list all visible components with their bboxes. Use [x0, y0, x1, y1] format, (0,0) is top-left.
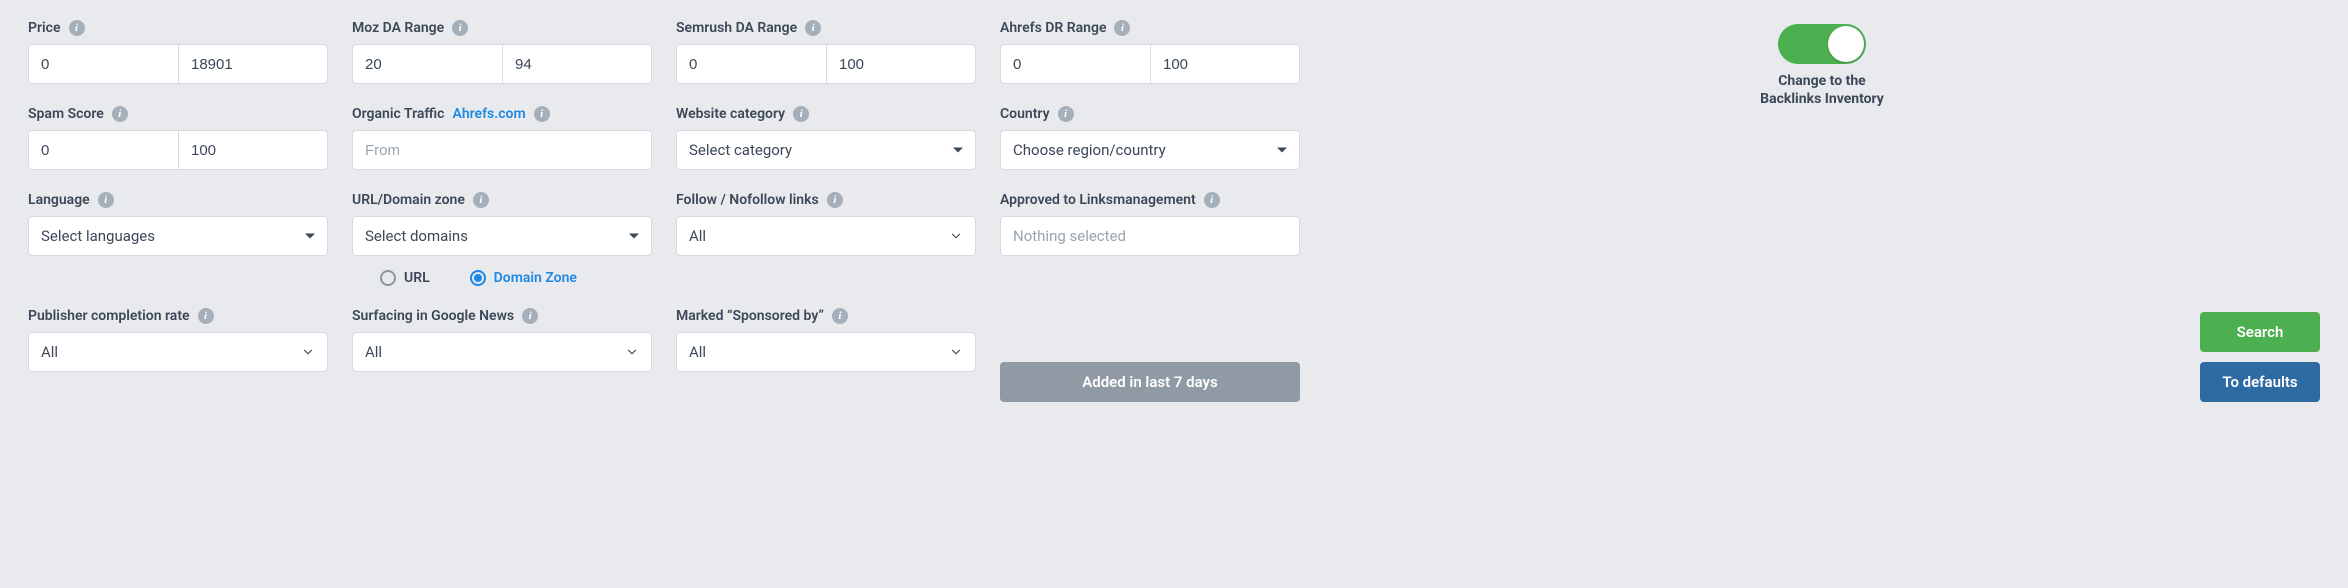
chevron-down-icon	[625, 345, 639, 359]
url-domain-zone-label: URL/Domain zone	[352, 192, 465, 208]
country-field: Country i Choose region/country	[1000, 106, 1300, 170]
language-select[interactable]: Select languages	[28, 216, 328, 256]
added-last-7-days-container: Added in last 7 days	[1000, 362, 1300, 402]
info-icon[interactable]: i	[69, 20, 85, 36]
approved-linksmanagement-label: Approved to Linksmanagement	[1000, 192, 1196, 208]
website-category-select[interactable]: Select category	[676, 130, 976, 170]
info-icon[interactable]: i	[198, 308, 214, 324]
radio-domain-zone[interactable]: Domain Zone	[470, 270, 577, 286]
to-defaults-button[interactable]: To defaults	[2200, 362, 2320, 402]
moz-da-max-input[interactable]	[502, 44, 652, 84]
search-button[interactable]: Search	[2200, 312, 2320, 352]
price-label: Price	[28, 20, 61, 36]
moz-da-min-input[interactable]	[352, 44, 502, 84]
info-icon[interactable]: i	[1114, 20, 1130, 36]
sponsored-by-label: Marked “Sponsored by”	[676, 308, 824, 324]
approved-linksmanagement-select[interactable]: Nothing selected	[1000, 216, 1300, 256]
action-buttons: Search To defaults	[1324, 308, 2320, 402]
organic-traffic-label: Organic Traffic	[352, 106, 444, 122]
url-domain-zone-field: URL/Domain zone i Select domains URL Dom…	[352, 192, 652, 286]
info-icon[interactable]: i	[793, 106, 809, 122]
semrush-da-max-input[interactable]	[826, 44, 976, 84]
price-min-input[interactable]	[28, 44, 178, 84]
spam-score-label: Spam Score	[28, 106, 104, 122]
publisher-completion-rate-label: Publisher completion rate	[28, 308, 190, 324]
price-max-input[interactable]	[178, 44, 328, 84]
url-domain-zone-select[interactable]: Select domains	[352, 216, 652, 256]
chevron-down-icon	[949, 229, 963, 243]
info-icon[interactable]: i	[473, 192, 489, 208]
google-news-select[interactable]: All	[352, 332, 652, 372]
language-field: Language i Select languages	[28, 192, 328, 256]
follow-nofollow-label: Follow / Nofollow links	[676, 192, 819, 208]
url-domain-radio-group: URL Domain Zone	[352, 264, 652, 286]
toggle-caption: Change to the Backlinks Inventory	[1760, 72, 1884, 108]
sponsored-by-field: Marked “Sponsored by” i All	[676, 308, 976, 372]
radio-icon	[470, 270, 486, 286]
approved-linksmanagement-field: Approved to Linksmanagement i Nothing se…	[1000, 192, 1300, 256]
google-news-field: Surfacing in Google News i All	[352, 308, 652, 372]
info-icon[interactable]: i	[112, 106, 128, 122]
caret-down-icon	[1277, 234, 1287, 239]
follow-nofollow-select[interactable]: All	[676, 216, 976, 256]
chevron-down-icon	[301, 345, 315, 359]
caret-down-icon	[629, 234, 639, 239]
radio-icon	[380, 270, 396, 286]
website-category-label: Website category	[676, 106, 785, 122]
info-icon[interactable]: i	[522, 308, 538, 324]
sponsored-by-select[interactable]: All	[676, 332, 976, 372]
caret-down-icon	[305, 234, 315, 239]
language-label: Language	[28, 192, 90, 208]
info-icon[interactable]: i	[1058, 106, 1074, 122]
publisher-completion-rate-field: Publisher completion rate i All	[28, 308, 328, 372]
toggle-knob	[1828, 26, 1864, 62]
ahrefs-dr-max-input[interactable]	[1150, 44, 1300, 84]
ahrefs-dr-field: Ahrefs DR Range i	[1000, 20, 1300, 84]
inventory-toggle[interactable]	[1778, 24, 1866, 64]
info-icon[interactable]: i	[534, 106, 550, 122]
ahrefs-dr-min-input[interactable]	[1000, 44, 1150, 84]
follow-nofollow-field: Follow / Nofollow links i All	[676, 192, 976, 256]
moz-da-field: Moz DA Range i	[352, 20, 652, 84]
spam-score-field: Spam Score i	[28, 106, 328, 170]
info-icon[interactable]: i	[452, 20, 468, 36]
spam-min-input[interactable]	[28, 130, 178, 170]
price-field: Price i	[28, 20, 328, 84]
added-last-7-days-button[interactable]: Added in last 7 days	[1000, 362, 1300, 402]
chevron-down-icon	[949, 345, 963, 359]
info-icon[interactable]: i	[832, 308, 848, 324]
info-icon[interactable]: i	[827, 192, 843, 208]
semrush-da-min-input[interactable]	[676, 44, 826, 84]
organic-traffic-field: Organic Traffic Ahrefs.com i	[352, 106, 652, 170]
info-icon[interactable]: i	[98, 192, 114, 208]
radio-url[interactable]: URL	[380, 270, 430, 286]
country-label: Country	[1000, 106, 1050, 122]
caret-down-icon	[1277, 148, 1287, 153]
country-select[interactable]: Choose region/country	[1000, 130, 1300, 170]
moz-da-label: Moz DA Range	[352, 20, 444, 36]
ahrefs-link[interactable]: Ahrefs.com	[452, 106, 525, 122]
info-icon[interactable]: i	[1204, 192, 1220, 208]
website-category-field: Website category i Select category	[676, 106, 976, 170]
ahrefs-dr-label: Ahrefs DR Range	[1000, 20, 1106, 36]
spam-max-input[interactable]	[178, 130, 328, 170]
google-news-label: Surfacing in Google News	[352, 308, 514, 324]
publisher-completion-rate-select[interactable]: All	[28, 332, 328, 372]
caret-down-icon	[953, 148, 963, 153]
organic-traffic-from-input[interactable]	[352, 130, 652, 170]
semrush-da-field: Semrush DA Range i	[676, 20, 976, 84]
info-icon[interactable]: i	[805, 20, 821, 36]
semrush-da-label: Semrush DA Range	[676, 20, 797, 36]
